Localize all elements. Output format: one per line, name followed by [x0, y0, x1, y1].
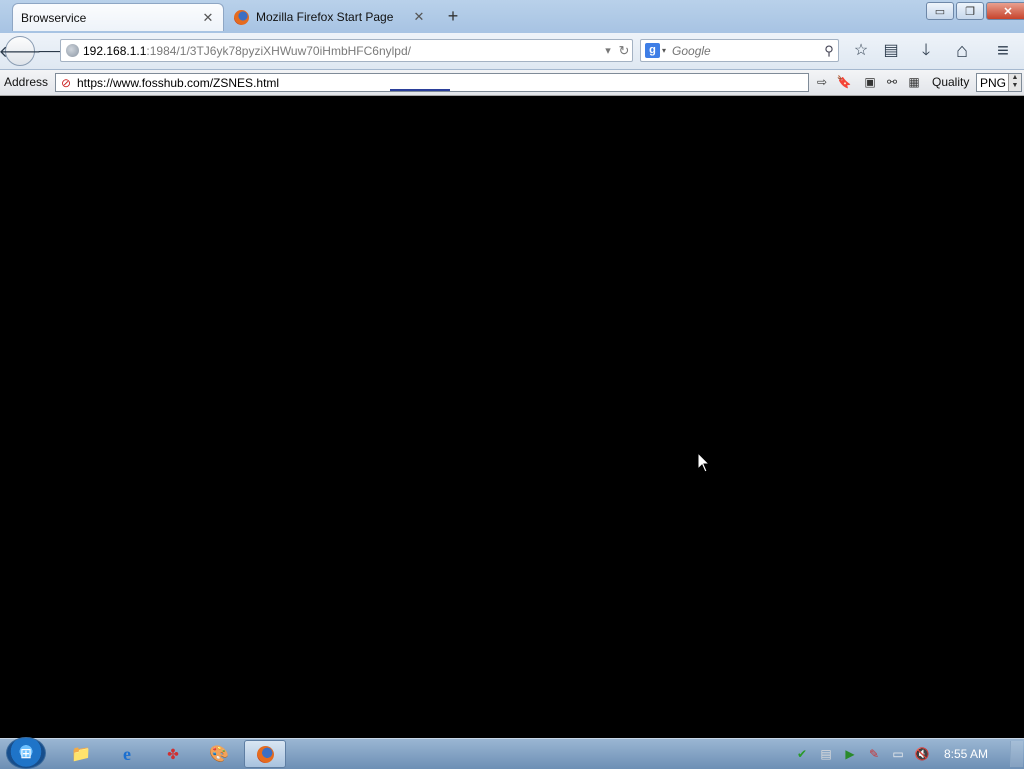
- forward-button[interactable]: 🡒: [37, 42, 75, 60]
- maximize-button[interactable]: ❐: [956, 2, 984, 20]
- loading-indicator: [390, 89, 450, 91]
- taskbar: ⊞ 📁 e ✤ 🎨 ✔ ▤ ▶ ✎ ▭ 🔇 8:55 AM: [0, 737, 1024, 769]
- clipboard-icon[interactable]: ▦: [904, 73, 924, 92]
- history-dropdown-icon[interactable]: ▾: [600, 44, 616, 57]
- security-tray-icon[interactable]: ✔: [794, 746, 810, 762]
- search-icon[interactable]: ⚲: [820, 43, 838, 59]
- globe-icon: [66, 44, 79, 57]
- close-icon: ✕: [1003, 5, 1013, 18]
- download-icon[interactable]: 🡓: [915, 40, 937, 62]
- explorer-taskbar-icon[interactable]: 📁: [60, 740, 102, 768]
- address-input[interactable]: [77, 75, 808, 90]
- firefox-icon: [256, 745, 274, 763]
- search-bar[interactable]: g ▾ ⚲: [640, 39, 839, 62]
- bookmark-star-icon[interactable]: ☆: [850, 40, 872, 62]
- close-window-button[interactable]: ✕: [986, 2, 1024, 20]
- internet-explorer-taskbar-icon[interactable]: e: [106, 740, 148, 768]
- tab-browservice[interactable]: Browservice ✕: [12, 3, 224, 31]
- url-host: 192.168.1.1: [83, 43, 147, 58]
- menu-icon[interactable]: ≡: [992, 40, 1014, 62]
- tab-bar: Browservice ✕ Mozilla Firefox Start Page…: [0, 0, 1024, 33]
- go-arrow-icon[interactable]: ⇨: [812, 73, 832, 92]
- display-tray-icon[interactable]: ▭: [890, 746, 906, 762]
- quality-stepper[interactable]: PNG ▲ ▼: [976, 73, 1022, 92]
- start-button[interactable]: ⊞: [6, 737, 46, 769]
- save-icon[interactable]: ▣: [860, 73, 880, 92]
- reload-icon[interactable]: ↻: [616, 43, 632, 59]
- app-taskbar-icon[interactable]: ✤: [152, 740, 194, 768]
- insecure-icon: ⊘: [60, 75, 72, 90]
- quality-label: Quality: [932, 75, 970, 89]
- tab-label: Browservice: [21, 10, 87, 25]
- tab-label: Mozilla Firefox Start Page: [256, 10, 394, 24]
- tab-close-icon[interactable]: ✕: [201, 10, 215, 26]
- url-bar[interactable]: 192.168.1.1 :1984/1/3TJ6yk78pyziXHWuw70i…: [60, 39, 633, 62]
- navigation-toolbar: 🡐 🡒 192.168.1.1 :1984/1/3TJ6yk78pyziXHWu…: [0, 33, 1024, 70]
- restore-icon: ❐: [965, 5, 975, 18]
- firefox-icon: [234, 9, 249, 25]
- search-input[interactable]: [670, 42, 820, 59]
- home-icon[interactable]: ⌂: [951, 40, 973, 62]
- minimize-icon: ▭: [934, 5, 946, 18]
- back-arrow-icon: 🡐: [0, 43, 42, 61]
- url-path: :1984/1/3TJ6yk78pyziXHWuw70iHmbHFC6nylpd…: [146, 43, 411, 58]
- bookmark-icon[interactable]: 🔖: [834, 73, 854, 92]
- minimize-button[interactable]: ▭: [926, 2, 954, 20]
- show-desktop-button[interactable]: [1010, 741, 1023, 767]
- address-label: Address: [4, 75, 49, 89]
- bookmarks-menu-icon[interactable]: ▤: [880, 40, 902, 62]
- paint-taskbar-icon[interactable]: 🎨: [198, 740, 240, 768]
- page-content[interactable]: [0, 96, 1024, 738]
- google-icon[interactable]: g: [645, 43, 660, 58]
- volume-muted-tray-icon[interactable]: 🔇: [914, 746, 930, 762]
- network-tray-icon[interactable]: ▤: [818, 746, 834, 762]
- tab-firefox-start-page[interactable]: Mozilla Firefox Start Page ✕: [226, 3, 434, 31]
- clock[interactable]: 8:55 AM: [944, 747, 988, 761]
- find-icon[interactable]: ⚯: [882, 73, 902, 92]
- back-button[interactable]: 🡐: [0, 36, 41, 66]
- new-tab-button[interactable]: +: [444, 6, 462, 26]
- firefox-taskbar-icon[interactable]: [244, 740, 286, 768]
- tab-close-icon[interactable]: ✕: [412, 9, 426, 25]
- mouse-cursor-icon: [697, 452, 711, 473]
- app-tray-icon[interactable]: ✎: [866, 746, 882, 762]
- quality-value: PNG: [980, 75, 1007, 90]
- windows-logo-icon: ⊞: [20, 744, 32, 761]
- media-play-tray-icon[interactable]: ▶: [842, 746, 858, 762]
- chevron-down-icon[interactable]: ▾: [662, 46, 666, 55]
- spin-arrows-icon[interactable]: ▲ ▼: [1008, 74, 1021, 91]
